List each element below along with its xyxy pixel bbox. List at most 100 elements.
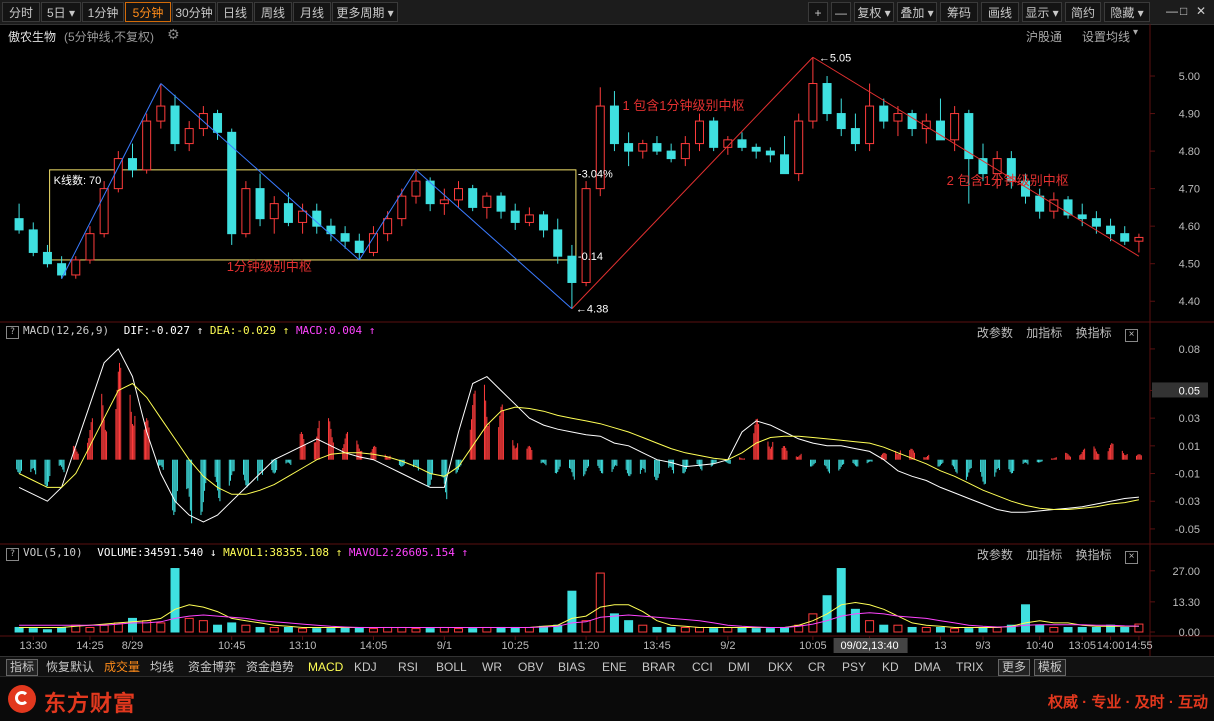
price-tick-label: 4.90	[1179, 109, 1200, 121]
indicator-tab-2[interactable]: 成交量	[104, 659, 140, 675]
stroke-line	[571, 56, 814, 310]
volume-bar	[723, 626, 733, 633]
tool-button-4[interactable]: 筹码	[940, 2, 978, 22]
indicator-tab-5[interactable]: 资金趋势	[246, 659, 294, 675]
candle	[255, 188, 265, 220]
indicator-tab-4[interactable]: 资金博弈	[188, 659, 236, 675]
candle	[879, 105, 889, 122]
volume-bar	[496, 626, 506, 633]
add-indicator-button[interactable]: 加指标	[1026, 326, 1062, 340]
indicator-tab-18[interactable]: CR	[808, 659, 825, 675]
indicator-tab-6[interactable]: MACD	[308, 659, 343, 675]
vol-header: ? VOL(5,10) VOLUME:34591.540 ↓ MAVOL1:383…	[0, 546, 1150, 564]
indicator-tab-23[interactable]: 更多	[998, 659, 1031, 676]
maximize-icon[interactable]: □	[1180, 4, 1187, 18]
indicator-tab-15[interactable]: CCI	[692, 659, 713, 675]
bar-count-label: K线数: 70	[54, 173, 102, 187]
candle	[354, 240, 364, 253]
time-tick-label: 9/2	[720, 640, 735, 652]
add-indicator-button[interactable]: 加指标	[1026, 548, 1062, 562]
indicator-tab-10[interactable]: WR	[482, 659, 502, 675]
indicator-tab-17[interactable]: DKX	[768, 659, 793, 675]
volume-bar	[368, 628, 378, 633]
indicator-tab-14[interactable]: BRAR	[642, 659, 675, 675]
time-tick-label: 8/29	[122, 640, 143, 652]
indicator-tab-0[interactable]: 指标	[6, 659, 39, 676]
volume-bar	[765, 628, 775, 633]
swap-indicator-button[interactable]: 换指标	[1076, 326, 1112, 340]
dif-line	[18, 348, 1139, 523]
indicator-tab-20[interactable]: KD	[882, 659, 899, 675]
indicator-tab-3[interactable]: 均线	[150, 659, 174, 675]
indicator-tab-1[interactable]: 恢复默认	[46, 659, 94, 675]
close-icon[interactable]: ×	[1125, 551, 1138, 564]
stroke-line	[160, 83, 360, 261]
indicator-tab-12[interactable]: BIAS	[558, 659, 585, 675]
time-tick-label: 14:00	[1097, 640, 1125, 652]
change-params-button[interactable]: 改参数	[977, 326, 1013, 340]
volume-bar	[836, 568, 846, 633]
candle	[1091, 218, 1101, 227]
period-tab-5[interactable]: 日线	[217, 2, 253, 22]
macd-header: ? MACD(12,26,9) DIF:-0.027 ↑ DEA:-0.029 ↑…	[0, 324, 1150, 342]
time-tick-label: 10:05	[799, 640, 827, 652]
time-tick-label: 13:30	[19, 640, 47, 652]
period-tab-4[interactable]: 30分钟	[172, 2, 216, 22]
tool-button-3[interactable]: 叠加 ▾	[897, 2, 937, 22]
candle	[865, 105, 875, 145]
candle	[397, 195, 407, 220]
volume-bar	[439, 626, 449, 633]
period-tab-3[interactable]: 5分钟	[125, 2, 171, 22]
period-tab-1[interactable]: 5日 ▾	[41, 2, 81, 22]
candle	[694, 120, 704, 145]
period-tab-0[interactable]: 分时	[2, 2, 40, 22]
minimize-icon[interactable]: —	[1166, 4, 1178, 18]
close-icon[interactable]: ×	[1125, 329, 1138, 342]
candle	[42, 251, 52, 265]
candle	[454, 188, 464, 201]
indicator-tab-19[interactable]: PSY	[842, 659, 866, 675]
candle	[524, 214, 534, 223]
indicator-tab-16[interactable]: DMI	[728, 659, 750, 675]
swap-indicator-button[interactable]: 换指标	[1076, 548, 1112, 562]
candle	[468, 188, 478, 208]
tool-button-6[interactable]: 显示 ▾	[1022, 2, 1062, 22]
stroke-line	[358, 169, 417, 261]
period-tab-6[interactable]: 周线	[254, 2, 292, 22]
tool-button-2[interactable]: 复权 ▾	[854, 2, 894, 22]
help-icon[interactable]: ?	[6, 548, 19, 561]
tool-button-1[interactable]: —	[831, 2, 851, 22]
indicator-tab-13[interactable]: ENE	[602, 659, 627, 675]
volume-bar	[1035, 624, 1045, 633]
indicator-tab-11[interactable]: OBV	[518, 659, 543, 675]
indicator-tab-8[interactable]: RSI	[398, 659, 418, 675]
help-icon[interactable]: ?	[6, 326, 19, 339]
volume-bar	[709, 628, 719, 633]
arrow-up-icon: ↑	[362, 324, 376, 337]
candle	[609, 105, 619, 145]
tool-button-7[interactable]: 简约	[1065, 2, 1101, 22]
volume-bar	[312, 628, 322, 633]
brand-logo	[8, 685, 36, 713]
volume-bar	[170, 568, 180, 633]
close-icon[interactable]: ✕	[1196, 4, 1206, 18]
tool-button-5[interactable]: 画线	[981, 2, 1019, 22]
volume-bar	[978, 626, 988, 633]
tool-button-0[interactable]: +	[808, 2, 828, 22]
indicator-tab-7[interactable]: KDJ	[354, 659, 377, 675]
pivot-label-3: 2 包含1分钟级别中枢	[947, 173, 1069, 188]
period-tab-2[interactable]: 1分钟	[82, 2, 124, 22]
indicator-tab-22[interactable]: TRIX	[956, 659, 983, 675]
time-tick-label: 11:20	[573, 640, 600, 652]
period-tab-8[interactable]: 更多周期 ▾	[332, 2, 398, 22]
price-tick-label: 4.40	[1179, 296, 1200, 308]
indicator-tab-21[interactable]: DMA	[914, 659, 941, 675]
period-tab-7[interactable]: 月线	[293, 2, 331, 22]
indicator-tab-9[interactable]: BOLL	[436, 659, 467, 675]
indicator-tab-24[interactable]: 模板	[1034, 659, 1067, 676]
change-params-button[interactable]: 改参数	[977, 548, 1013, 562]
vol-mavol2: MAVOL2:26605.154	[348, 546, 455, 559]
tool-button-8[interactable]: 隐藏 ▾	[1104, 2, 1150, 22]
volume-bar	[524, 626, 534, 633]
candle	[539, 214, 549, 231]
